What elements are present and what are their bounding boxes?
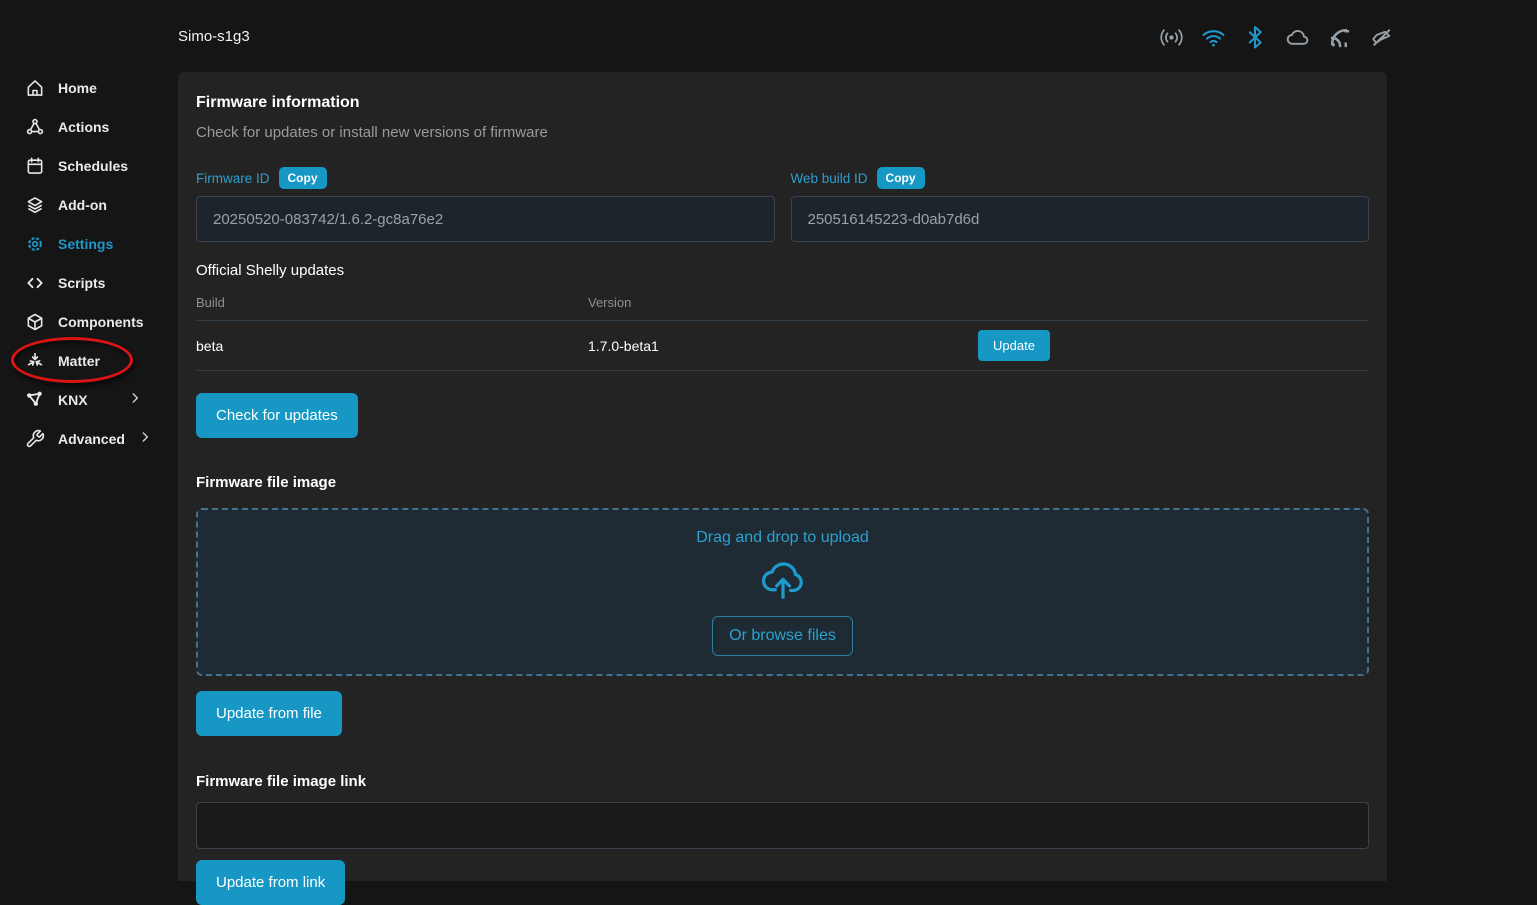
sidebar-item-label: Matter [58, 353, 100, 369]
sidebar-item-advanced[interactable]: Advanced [0, 419, 178, 458]
access-point-icon [1158, 24, 1184, 50]
cloud-icon [1284, 24, 1310, 50]
sidebar-item-label: Scripts [58, 275, 105, 291]
firmware-id-input[interactable] [196, 196, 775, 242]
gear-icon [25, 234, 45, 254]
page-title: Firmware information [196, 94, 1369, 112]
page-subtitle: Check for updates or install new version… [196, 124, 1369, 141]
update-from-link-button[interactable]: Update from link [196, 860, 345, 905]
update-from-file-button[interactable]: Update from file [196, 691, 342, 736]
outbound-websocket-disabled-icon [1368, 24, 1394, 50]
firmware-panel: Firmware information Check for updates o… [178, 72, 1387, 881]
firmware-id-label: Firmware ID [196, 171, 270, 186]
dropzone-text: Drag and drop to upload [696, 529, 869, 547]
sidebar-item-label: Components [58, 314, 144, 330]
firmware-file-dropzone[interactable]: Drag and drop to upload Or browse files [196, 508, 1369, 676]
sidebar-item-add-on[interactable]: Add-on [0, 185, 178, 224]
check-for-updates-button[interactable]: Check for updates [196, 393, 358, 438]
sidebar-item-matter[interactable]: Matter [0, 341, 178, 380]
column-header-version: Version [588, 295, 978, 310]
calendar-icon [25, 156, 45, 176]
matter-icon [25, 351, 45, 371]
official-updates-title: Official Shelly updates [196, 262, 1369, 279]
build-cell: beta [196, 338, 588, 354]
sidebar: Home Actions Schedules Add-on Settings S… [0, 68, 178, 458]
firmware-link-input[interactable] [196, 802, 1369, 849]
bluetooth-icon [1242, 24, 1268, 50]
row-update-button[interactable]: Update [978, 330, 1050, 361]
sidebar-item-label: KNX [58, 392, 88, 408]
update-table-row: beta 1.7.0-beta1 Update [196, 321, 1369, 371]
chevron-right-icon [128, 391, 142, 408]
code-icon [25, 273, 45, 293]
web-build-id-label: Web build ID [791, 171, 868, 186]
home-icon [25, 78, 45, 98]
sidebar-item-settings[interactable]: Settings [0, 224, 178, 263]
mqtt-icon [1326, 24, 1352, 50]
knx-nodes-icon [25, 390, 45, 410]
version-cell: 1.7.0-beta1 [588, 338, 978, 354]
layers-icon [25, 195, 45, 215]
sidebar-item-actions[interactable]: Actions [0, 107, 178, 146]
web-build-id-input[interactable] [791, 196, 1370, 242]
browse-files-button[interactable]: Or browse files [712, 616, 853, 656]
firmware-id-copy-button[interactable]: Copy [279, 167, 327, 189]
web-build-id-field-group: Web build ID Copy [791, 167, 1370, 242]
chevron-right-icon [138, 430, 152, 447]
cloud-upload-icon [758, 556, 808, 607]
sidebar-item-scripts[interactable]: Scripts [0, 263, 178, 302]
web-build-id-copy-button[interactable]: Copy [877, 167, 925, 189]
sidebar-item-label: Actions [58, 119, 109, 135]
sidebar-item-label: Settings [58, 236, 113, 252]
wifi-icon [1200, 24, 1226, 50]
package-icon [25, 312, 45, 332]
actions-icon [25, 117, 45, 137]
firmware-file-image-title: Firmware file image [196, 474, 1369, 491]
firmware-file-link-title: Firmware file image link [196, 773, 1369, 790]
firmware-id-field-group: Firmware ID Copy [196, 167, 775, 242]
updates-table-header: Build Version [196, 279, 1369, 321]
status-icon-bar [1158, 24, 1394, 50]
sidebar-item-label: Home [58, 80, 97, 96]
sidebar-item-components[interactable]: Components [0, 302, 178, 341]
sidebar-item-label: Schedules [58, 158, 128, 174]
sidebar-item-knx[interactable]: KNX [0, 380, 178, 419]
sidebar-item-label: Add-on [58, 197, 107, 213]
column-header-build: Build [196, 295, 588, 310]
sidebar-item-home[interactable]: Home [0, 68, 178, 107]
sidebar-item-label: Advanced [58, 431, 125, 447]
sidebar-item-schedules[interactable]: Schedules [0, 146, 178, 185]
device-name-title: Simo-s1g3 [178, 28, 250, 45]
wrench-icon [25, 429, 45, 449]
